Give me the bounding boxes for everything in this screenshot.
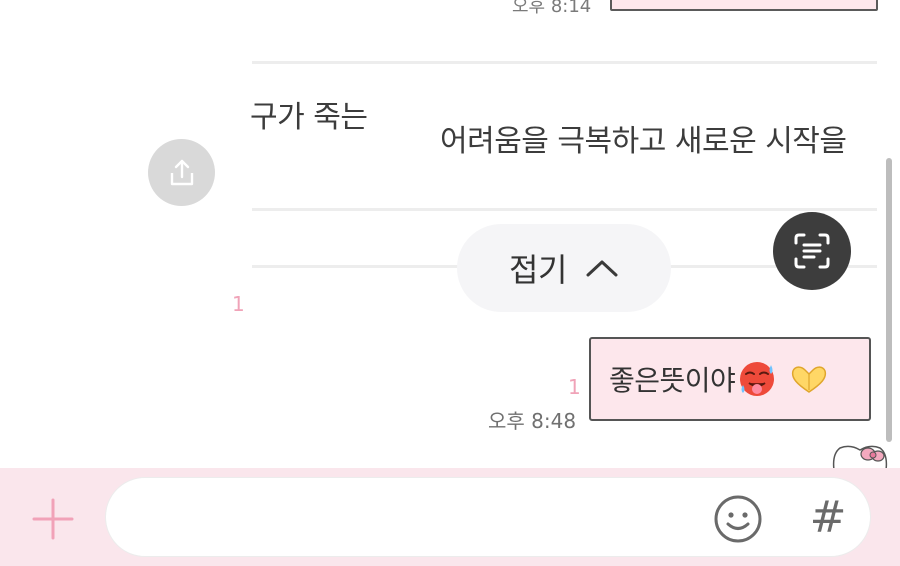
fold-button-label: 접기 <box>509 251 567 289</box>
message-time: 오후 8:48 <box>488 409 577 433</box>
message-text: 좋은뜻이야 <box>609 364 736 397</box>
unread-count-left: 1 <box>232 292 245 316</box>
previous-message-bubble[interactable] <box>610 0 878 11</box>
hashtag-icon: # <box>809 491 847 543</box>
card-text-line1: 구가 죽는 <box>250 100 368 135</box>
share-icon <box>170 159 193 185</box>
previous-message-time: 오후 8:14 <box>512 0 592 17</box>
smiley-icon <box>714 495 762 543</box>
card-divider-middle <box>252 208 877 211</box>
text-scan-button[interactable] <box>773 212 851 290</box>
card-divider-top <box>252 61 877 64</box>
hot-face-icon <box>740 362 775 396</box>
chat-area: 오후 8:14 구가 죽는 어려움을 극복하고 새로운 시작을 접기 1 1 좋… <box>0 0 900 468</box>
share-button[interactable] <box>148 139 215 206</box>
text-scan-icon <box>794 233 830 269</box>
chevron-up-icon <box>586 260 618 277</box>
unread-count-right: 1 <box>568 375 581 399</box>
message-input[interactable] <box>130 498 694 540</box>
message-input-bar: # <box>0 468 900 566</box>
card-text-line2: 어려움을 극복하고 새로운 시작을 <box>440 124 847 159</box>
fold-button[interactable]: 접기 <box>457 224 671 312</box>
heart-hands-icon <box>792 366 827 393</box>
emoji-button[interactable] <box>712 493 764 545</box>
add-attachment-button[interactable] <box>30 496 76 542</box>
message-bubble[interactable]: 좋은뜻이야 <box>589 337 871 421</box>
plus-icon <box>32 498 74 540</box>
message-input-container: # <box>105 477 871 557</box>
character-sticker-icon <box>832 445 888 468</box>
scrollbar[interactable] <box>886 158 892 442</box>
hashtag-button[interactable]: # <box>806 490 850 544</box>
